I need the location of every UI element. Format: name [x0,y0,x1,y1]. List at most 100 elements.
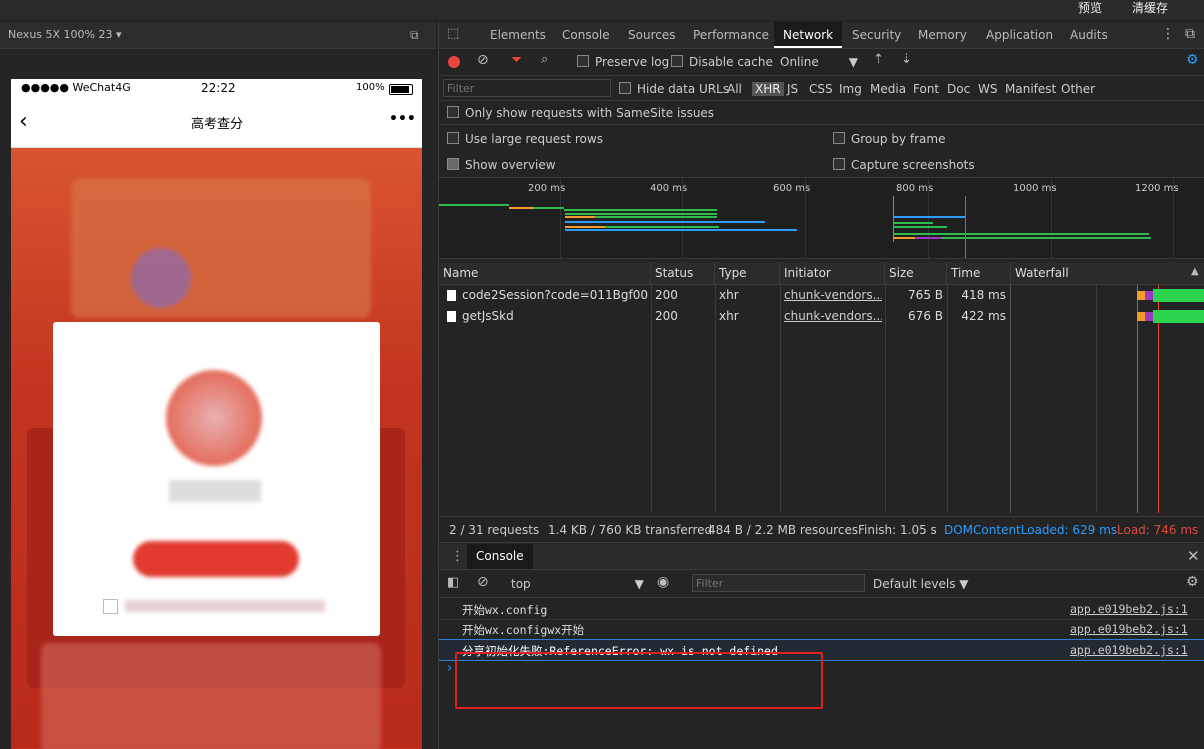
type-filter-media[interactable]: Media [870,82,906,96]
tab-security[interactable]: Security [843,22,910,48]
preserve-log-toggle[interactable]: Preserve log [577,55,669,69]
login-modal [53,322,380,636]
preview-button[interactable]: 预览 [1078,0,1102,16]
col-time[interactable]: Time [947,262,1011,284]
tab-audits[interactable]: Audits [1061,22,1117,48]
import-har-icon[interactable]: ⇡ [873,52,884,67]
type-filter-xhr[interactable]: XHR [752,82,784,96]
clear-cache-button[interactable]: 清缓存 [1132,0,1168,16]
agree-checkbox[interactable] [103,599,118,614]
log-source-link[interactable]: app.e019beb2.js:1 [1070,602,1188,616]
type-filter-ws[interactable]: WS [978,82,997,96]
more-icon[interactable]: ••• [389,111,416,127]
blurred-card [41,643,381,749]
context-select[interactable]: top ▼ [511,577,644,591]
hide-data-urls-toggle[interactable]: Hide data URLs [619,82,729,96]
overview-bar [565,221,765,223]
group-by-frame-toggle[interactable]: Group by frame [833,132,945,146]
drawer-tab-console[interactable]: Console [467,544,533,569]
tab-elements[interactable]: Elements [481,22,555,48]
col-size[interactable]: Size [885,262,947,284]
request-type: xhr [719,288,739,302]
samesite-toggle[interactable]: Only show requests with SameSite issues [447,106,714,120]
capture-screenshots-toggle[interactable]: Capture screenshots [833,158,975,172]
console-filter-input[interactable] [692,574,865,592]
log-levels-select[interactable]: Default levels ▼ [873,577,969,591]
table-row[interactable]: getJsSkd 200 xhr chunk-vendors.... 676 B… [439,306,1204,327]
console-message: 开始wx.config app.e019beb2.js:1 [439,599,1204,620]
dcl-marker [893,196,894,242]
console-settings-icon[interactable]: ⚙ [1186,574,1199,590]
console-prompt-icon[interactable]: › [447,661,452,676]
type-filter-manifest[interactable]: Manifest [1005,82,1056,96]
type-filter-font[interactable]: Font [913,82,939,96]
battery-label: 100% [356,82,385,93]
clear-icon[interactable]: ⊘ [477,52,489,68]
overview-bar [565,213,717,215]
tab-application[interactable]: Application [977,22,1062,48]
phone-status-bar: ●●●●● WeChat4G 22:22 100% [11,79,422,99]
back-icon[interactable]: ‹ [19,109,28,134]
xhr-file-icon [447,311,456,322]
network-filter-input[interactable] [443,79,611,97]
inspect-icon[interactable]: ⬚ [447,26,459,41]
load-marker [965,196,966,258]
type-filter-css[interactable]: CSS [809,82,833,96]
export-har-icon[interactable]: ⇣ [901,52,912,67]
overview-bar [439,204,509,206]
drawer-menu-icon[interactable]: ⋮ [451,549,464,564]
eye-icon[interactable]: ◉ [657,574,669,590]
request-name[interactable]: getJsSkd [462,306,648,327]
col-name[interactable]: Name [439,262,651,284]
disable-cache-toggle[interactable]: Disable cache [671,55,773,69]
request-size: 765 B [908,288,943,302]
throttle-select[interactable]: Online ▼ [780,55,858,69]
close-drawer-icon[interactable]: ✕ [1187,547,1200,565]
tab-console[interactable]: Console [553,22,619,48]
request-initiator[interactable]: chunk-vendors.... [784,285,882,306]
col-type[interactable]: Type [715,262,780,284]
filter-icon[interactable]: ⏷ [511,52,522,68]
request-size: 676 B [908,309,943,323]
console-output: 开始wx.config app.e019beb2.js:1 开始wx.confi… [439,599,1204,749]
col-initiator[interactable]: Initiator [780,262,885,284]
waterfall-bar [1153,310,1204,323]
col-waterfall[interactable]: Waterfall [1011,262,1204,284]
request-type: xhr [719,309,739,323]
settings-gear-icon[interactable]: ⚙ [1186,52,1199,68]
record-icon[interactable] [448,56,460,68]
overview-bar [893,237,915,239]
type-filter-doc[interactable]: Doc [947,82,970,96]
page-title: 高考查分 [191,117,244,132]
sort-icon: ▲ [1191,266,1199,277]
tab-memory[interactable]: Memory [909,22,976,48]
tab-performance[interactable]: Performance [684,22,778,48]
request-initiator[interactable]: chunk-vendors.... [784,306,882,327]
dock-icon[interactable]: ⧉ [410,28,419,43]
sidebar-toggle-icon[interactable]: ◧ [447,575,459,590]
type-filter-js[interactable]: JS [787,82,798,96]
col-status[interactable]: Status [651,262,715,284]
clear-console-icon[interactable]: ⊘ [477,574,489,590]
search-icon[interactable]: ⌕ [541,52,548,67]
tab-sources[interactable]: Sources [619,22,684,48]
kebab-menu-icon[interactable]: ⋮ [1161,26,1175,42]
request-name[interactable]: code2Session?code=011Bgf000o... [462,285,648,306]
device-selector[interactable]: Nexus 5X 100% 23 ▾ [8,28,122,41]
table-row[interactable]: code2Session?code=011Bgf000o... 200 xhr … [439,285,1204,306]
show-overview-toggle[interactable]: Show overview [447,158,556,172]
large-rows-toggle[interactable]: Use large request rows [447,132,603,146]
login-button[interactable] [133,541,299,577]
log-source-link[interactable]: app.e019beb2.js:1 [1070,643,1188,657]
type-filter-img[interactable]: Img [839,82,862,96]
tab-network[interactable]: Network [774,22,843,48]
devtools-panel: ⬚ Elements Console Sources Performance N… [438,22,1204,749]
close-devtools-icon[interactable]: ⧉ [1185,26,1195,42]
request-status: 200 [655,288,678,302]
xhr-file-icon [447,290,456,301]
devtools-tab-bar: ⬚ Elements Console Sources Performance N… [439,22,1204,49]
log-source-link[interactable]: app.e019beb2.js:1 [1070,622,1188,636]
type-filter-other[interactable]: Other [1061,82,1095,96]
type-filter-all[interactable]: All [727,82,742,96]
samesite-row: Only show requests with SameSite issues [439,101,1204,125]
